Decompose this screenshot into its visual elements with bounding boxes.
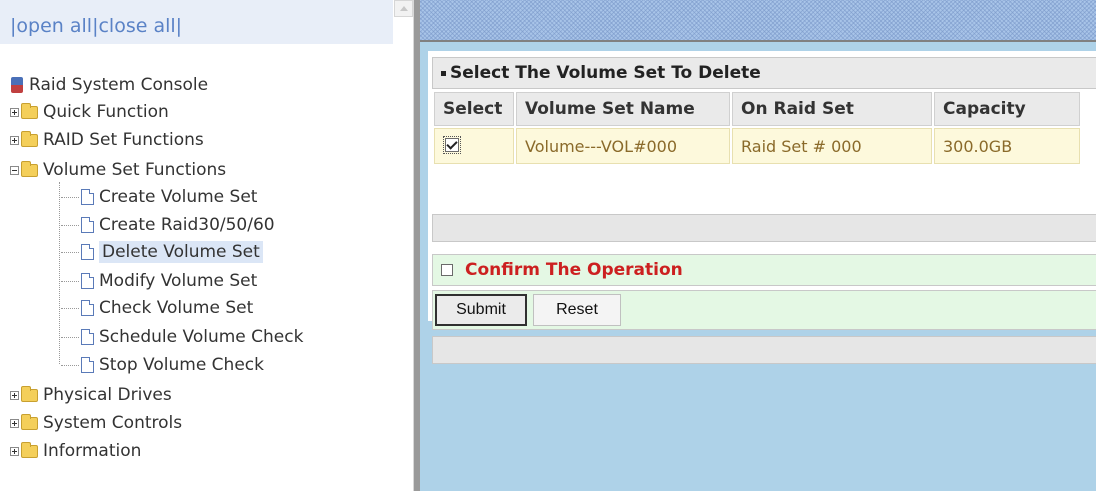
volume-set-table: Select Volume Set Name On Raid Set Capac… [432, 90, 1082, 166]
tree-root-label: Raid System Console [29, 75, 209, 95]
tree-item-create-volume-set[interactable]: Create Volume Set [61, 184, 257, 210]
tree-item-label: Quick Function [43, 102, 169, 122]
document-icon [81, 329, 94, 345]
confirm-checkbox[interactable] [441, 264, 453, 276]
tree-connector [61, 196, 79, 198]
tree-connector [61, 280, 79, 282]
folder-open-icon [21, 160, 38, 177]
console-icon [10, 77, 24, 93]
tree-item-label: Stop Volume Check [99, 355, 264, 375]
open-all-link[interactable]: open all [16, 15, 92, 37]
section-header: Select The Volume Set To Delete [432, 57, 1096, 89]
submit-button[interactable]: Submit [435, 294, 527, 326]
delete-volume-panel: Select The Volume Set To Delete Select V… [428, 51, 1096, 364]
frame-divider[interactable] [413, 0, 420, 491]
reset-button[interactable]: Reset [533, 294, 621, 326]
collapse-icon[interactable] [10, 165, 19, 175]
tree-item-information[interactable]: Information [10, 438, 141, 464]
tree-item-check-volume-set[interactable]: Check Volume Set [61, 295, 253, 321]
folder-icon [21, 130, 38, 147]
tree-item-raid-set-functions[interactable]: RAID Set Functions [10, 127, 204, 153]
column-header-volume-set-name: Volume Set Name [516, 92, 730, 126]
spacer-row [432, 214, 1096, 242]
tree-item-label: Create Volume Set [99, 187, 258, 207]
tree-item-label: RAID Set Functions [43, 130, 204, 150]
folder-icon [21, 441, 38, 458]
section-title: Select The Volume Set To Delete [450, 63, 761, 83]
tree-connector [61, 224, 79, 226]
open-close-bar: |open all|close all| [0, 0, 393, 44]
select-checkbox-focus [443, 136, 461, 154]
content-header-pattern [420, 0, 1096, 42]
tree-item-label: Check Volume Set [99, 298, 254, 318]
tree-connector [61, 307, 79, 309]
table-header-row: Select Volume Set Name On Raid Set Capac… [434, 92, 1080, 126]
volume-select-checkbox[interactable] [445, 138, 459, 152]
document-icon [81, 357, 94, 373]
tree-item-modify-volume-set[interactable]: Modify Volume Set [61, 268, 257, 294]
document-icon [81, 273, 94, 289]
tree-item-quick-function[interactable]: Quick Function [10, 99, 169, 125]
confirm-row: Confirm The Operation [432, 254, 1096, 286]
tree-item-label: Physical Drives [43, 385, 172, 405]
folder-icon [21, 385, 38, 402]
table-row[interactable]: Volume---VOL#000 Raid Set # 000 300.0GB [434, 128, 1080, 164]
select-cell [434, 128, 514, 164]
tree-item-label: Information [43, 441, 142, 461]
navigation-frame: |open all|close all| Raid System Console… [0, 0, 393, 491]
expand-icon[interactable] [10, 418, 19, 428]
tree-item-label: Create Raid30/50/60 [99, 215, 275, 235]
tree-item-delete-volume-set[interactable]: Delete Volume Set [61, 239, 263, 265]
tree-item-create-raid30-50-60[interactable]: Create Raid30/50/60 [61, 212, 275, 238]
column-header-on-raid-set: On Raid Set [732, 92, 932, 126]
footer-row [432, 336, 1096, 364]
tree-item-label: Modify Volume Set [99, 271, 258, 291]
separator: | [175, 15, 183, 37]
open-close-links: |open all|close all| [10, 15, 182, 37]
column-header-capacity: Capacity [934, 92, 1080, 126]
content-frame: Select The Volume Set To Delete Select V… [420, 0, 1096, 491]
tree-connector [61, 364, 79, 366]
tree-item-system-controls[interactable]: System Controls [10, 410, 182, 436]
folder-icon [21, 102, 38, 119]
document-icon [81, 217, 94, 233]
expand-icon[interactable] [10, 446, 19, 456]
folder-icon [21, 413, 38, 430]
scroll-up-button[interactable] [394, 0, 413, 17]
tree-connector-line [59, 182, 60, 364]
raid-set-cell: Raid Set # 000 [732, 128, 932, 164]
tree-item-volume-set-functions[interactable]: Volume Set Functions [10, 157, 226, 183]
tree-item-label: Volume Set Functions [43, 160, 227, 180]
volume-name-cell: Volume---VOL#000 [516, 128, 730, 164]
expand-icon[interactable] [10, 107, 19, 117]
tree-item-label: System Controls [43, 413, 183, 433]
tree-item-label: Delete Volume Set [99, 241, 263, 263]
tree-item-physical-drives[interactable]: Physical Drives [10, 382, 172, 408]
close-all-link[interactable]: close all [98, 15, 175, 37]
expand-icon[interactable] [10, 390, 19, 400]
document-icon [81, 300, 94, 316]
confirm-label: Confirm The Operation [465, 260, 683, 280]
tree-connector [61, 251, 79, 253]
capacity-cell: 300.0GB [934, 128, 1080, 164]
bullet-icon [441, 70, 446, 76]
column-header-select: Select [434, 92, 514, 126]
document-icon [81, 244, 94, 260]
tree-item-stop-volume-check[interactable]: Stop Volume Check [61, 352, 264, 378]
tree-item-label: Schedule Volume Check [99, 327, 304, 347]
document-icon [81, 189, 94, 205]
expand-icon[interactable] [10, 135, 19, 145]
tree-connector [61, 336, 79, 338]
tree-root[interactable]: Raid System Console [10, 72, 208, 98]
button-row: Submit Reset [432, 290, 1096, 330]
tree-item-schedule-volume-check[interactable]: Schedule Volume Check [61, 324, 303, 350]
